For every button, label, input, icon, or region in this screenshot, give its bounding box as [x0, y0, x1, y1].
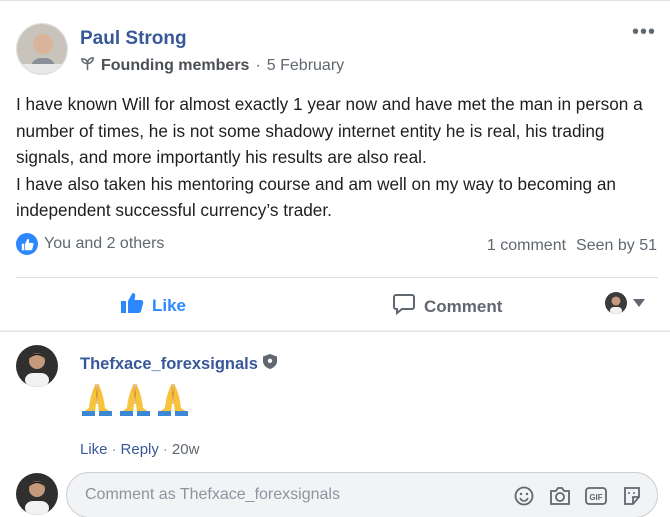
sprout-icon — [80, 56, 95, 76]
post-author-name[interactable]: Paul Strong — [80, 28, 187, 50]
author-avatar[interactable] — [16, 23, 68, 75]
chevron-down-icon — [633, 294, 645, 312]
comment-button-label: Comment — [424, 296, 503, 316]
commenter-avatar[interactable] — [16, 345, 58, 387]
post-paragraph: I have known Will for almost exactly 1 y… — [16, 94, 643, 167]
comment-like-link[interactable]: Like — [80, 441, 108, 458]
comment-actions: Like · Reply · 20w — [80, 441, 199, 458]
post-date[interactable]: 5 February — [267, 57, 344, 75]
like-reaction-icon — [16, 233, 38, 255]
post-meta: Founding members · 5 February — [80, 56, 344, 76]
comment-author: Thefxace_forexsignals — [80, 354, 277, 374]
composer-tools: GIF — [513, 485, 643, 507]
post-card: Paul Strong Founding members · 5 Februar… — [0, 0, 670, 330]
camera-icon[interactable] — [549, 485, 571, 507]
emoji-icon[interactable] — [513, 485, 535, 507]
divider — [16, 277, 658, 278]
reaction-summary[interactable]: You and 2 others — [16, 233, 164, 255]
comment-age[interactable]: 20w — [172, 441, 200, 458]
comment-input-placeholder: Comment as Thefxace_forexsignals — [85, 486, 340, 503]
separator: · — [111, 441, 117, 458]
comment-reply-link[interactable]: Reply — [121, 441, 159, 458]
comment-count[interactable]: 1 comment — [487, 237, 566, 255]
post-counts: 1 comment Seen by 51 — [487, 237, 657, 255]
comment-input[interactable]: Comment as Thefxace_forexsignals GIF — [66, 472, 658, 517]
gif-icon[interactable]: GIF — [585, 485, 607, 507]
thumbs-up-icon — [120, 292, 144, 319]
seen-by-count[interactable]: Seen by 51 — [576, 237, 657, 255]
admin-shield-icon — [262, 354, 277, 374]
comments-section: Thefxace_forexsignals 🙏🙏🙏 Like · Reply ·… — [0, 331, 670, 517]
praying-hands-icon — [80, 380, 114, 423]
composer-avatar — [16, 473, 58, 515]
post-actions: Like Comment — [0, 279, 670, 329]
comment-author-name[interactable]: Thefxace_forexsignals — [80, 355, 258, 374]
sticker-icon[interactable] — [621, 485, 643, 507]
post-body: I have known Will for almost exactly 1 y… — [16, 91, 661, 224]
praying-hands-icon — [118, 380, 152, 423]
separator: · — [162, 441, 168, 458]
avatar — [605, 292, 627, 314]
more-options-icon[interactable]: ••• — [632, 22, 656, 42]
comment-bubble-icon — [392, 292, 416, 321]
post-paragraph: I have also taken his mentoring course a… — [16, 173, 616, 221]
comment-body: 🙏🙏🙏 — [80, 380, 190, 423]
comment-button[interactable]: Comment — [392, 292, 502, 321]
reaction-text[interactable]: You and 2 others — [44, 235, 164, 253]
like-button[interactable]: Like — [120, 292, 186, 319]
praying-hands-icon — [156, 380, 190, 423]
svg-text:GIF: GIF — [589, 493, 602, 502]
post-as-selector[interactable] — [605, 292, 645, 314]
like-button-label: Like — [152, 295, 187, 315]
meta-separator: · — [255, 57, 261, 74]
group-badge-label[interactable]: Founding members — [101, 57, 249, 75]
